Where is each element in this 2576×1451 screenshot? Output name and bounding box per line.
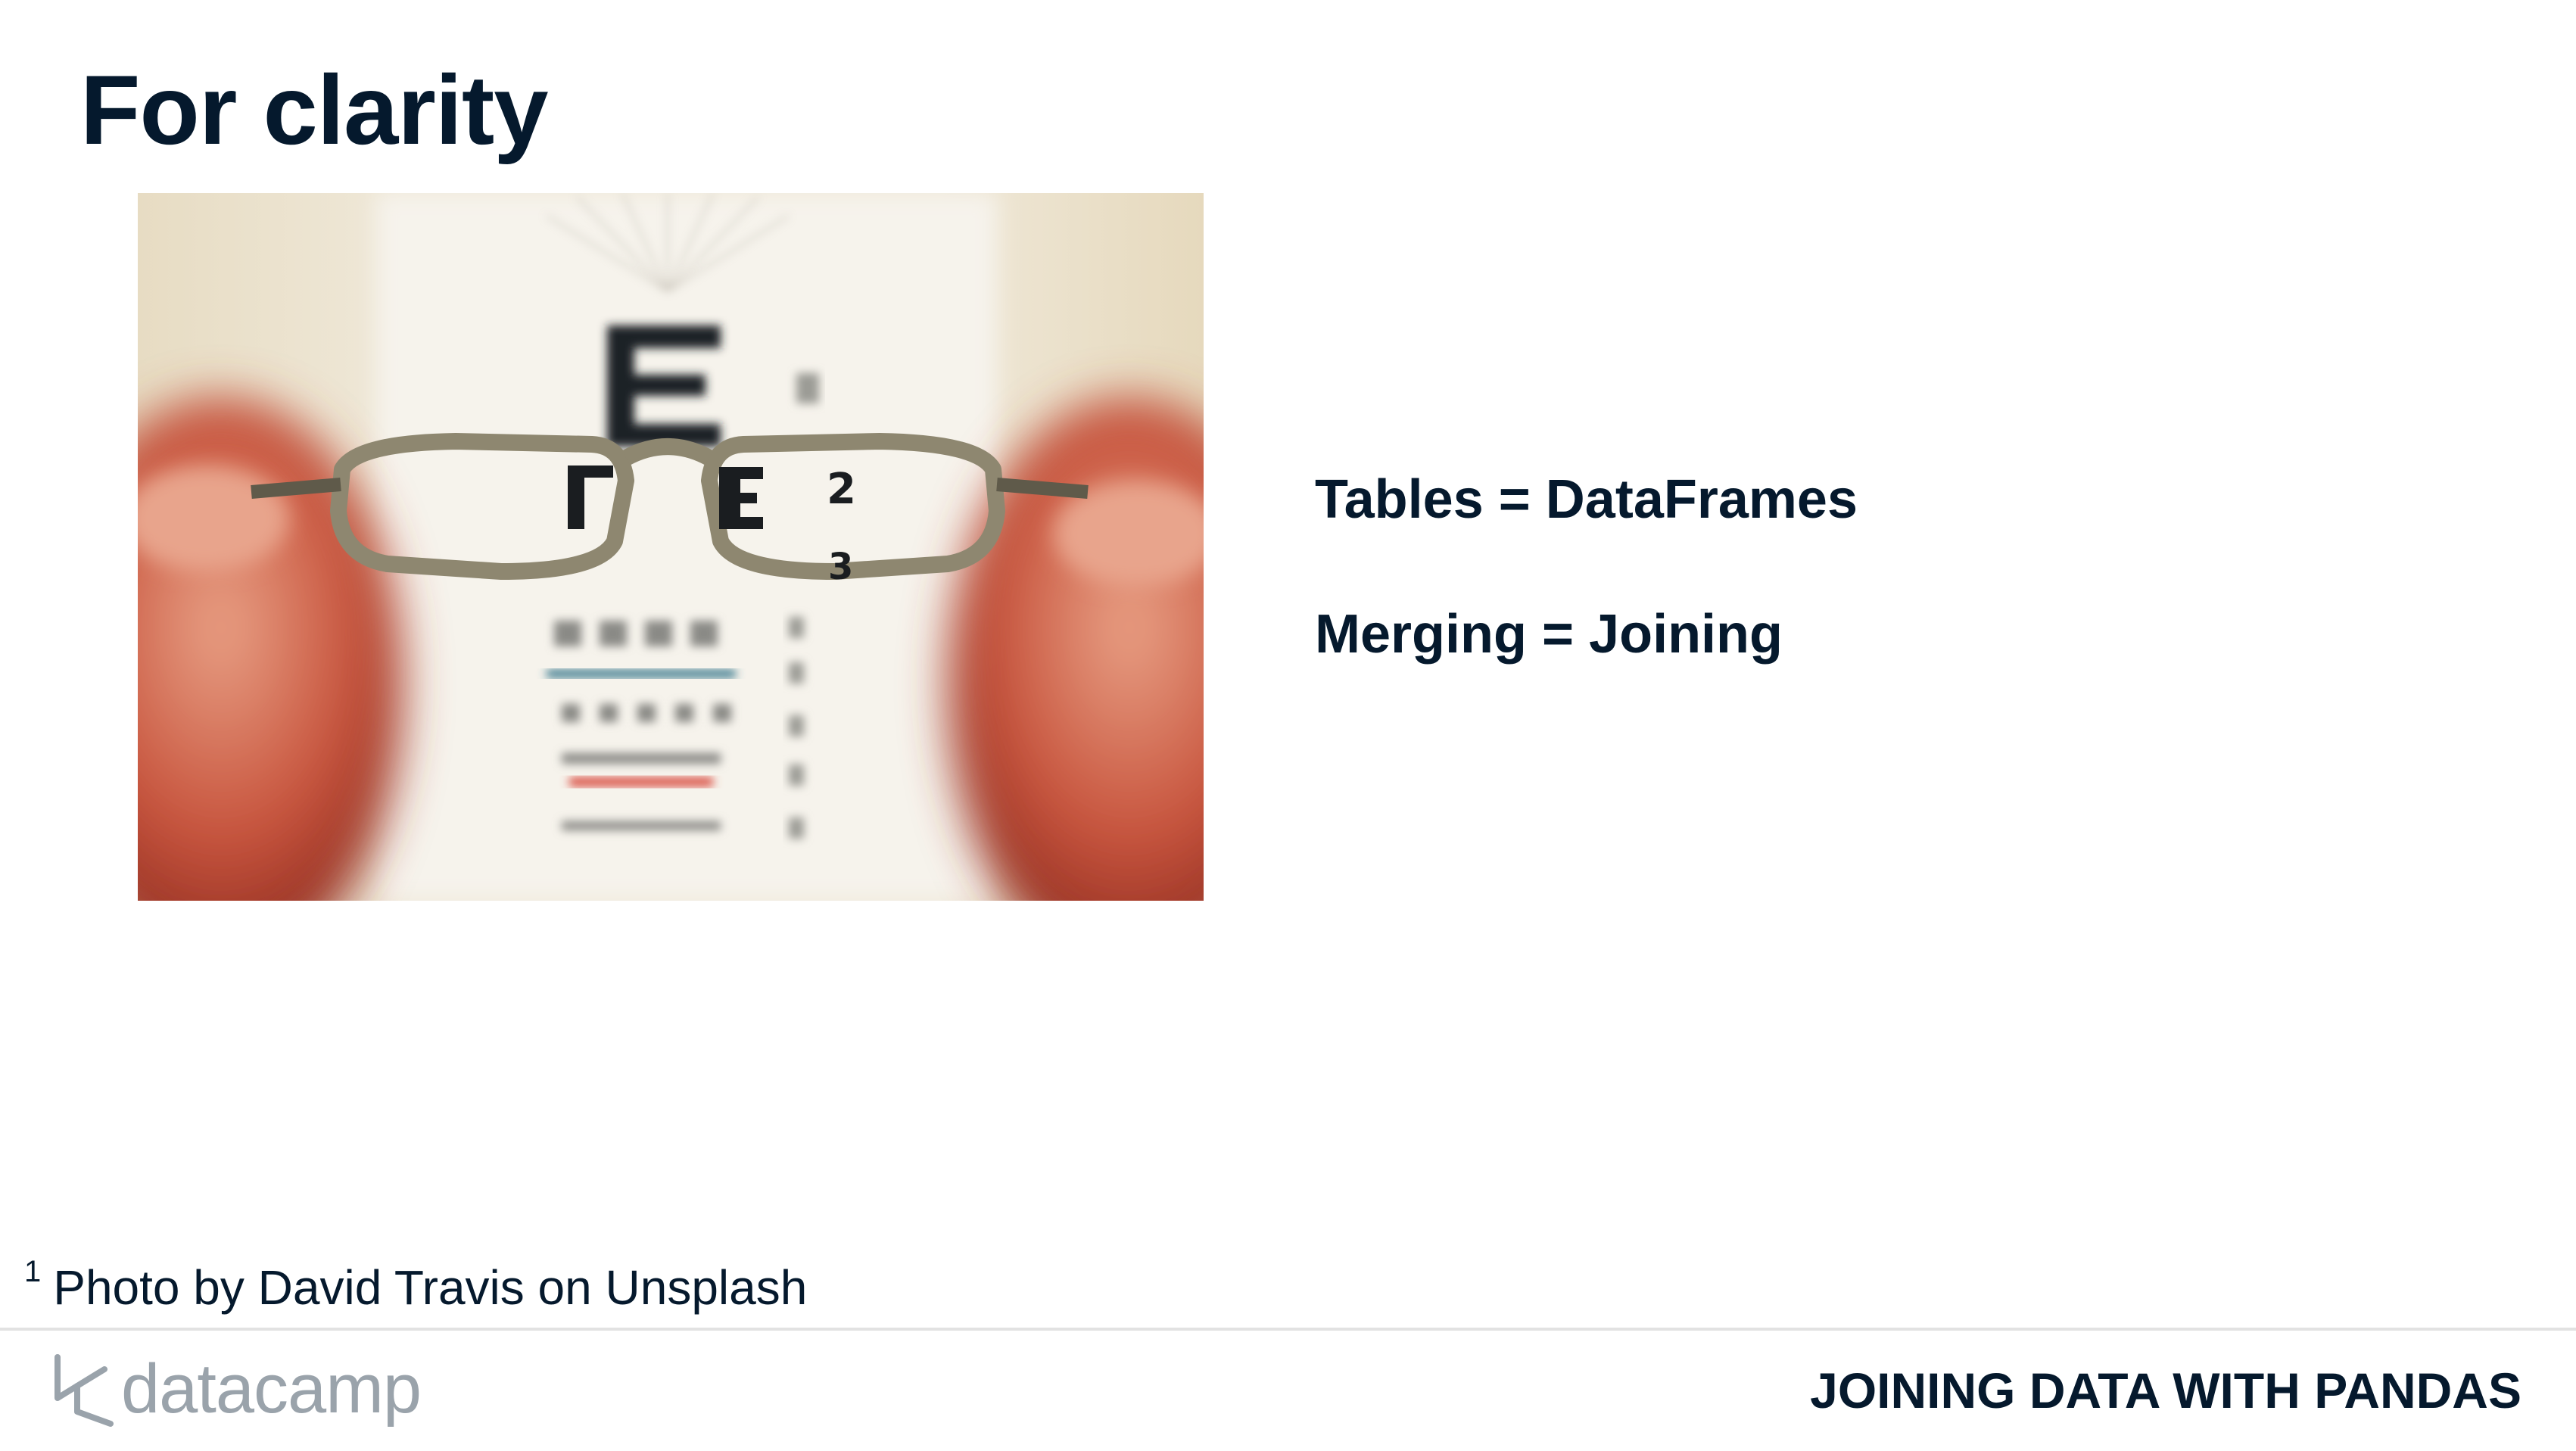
chart-number-3: 3 xyxy=(828,546,853,588)
eyeglasses-photo: 2 3 xyxy=(138,193,1204,901)
photo-credit-footnote: 1 Photo by David Travis on Unsplash xyxy=(24,1234,807,1325)
eyeglasses-eye-chart-image: 2 3 xyxy=(138,193,1204,901)
footnote-marker: 1 xyxy=(24,1255,42,1288)
datacamp-logo: datacamp xyxy=(50,1347,422,1431)
bullet-item: Tables = DataFrames xyxy=(1315,469,1858,530)
datacamp-mark-icon xyxy=(55,1354,114,1427)
bullet-item: Merging = Joining xyxy=(1315,604,1783,665)
footer-divider xyxy=(0,1328,2576,1331)
bullet-list: Tables = DataFrames Merging = Joining xyxy=(1315,462,1858,731)
footnote-text: Photo by David Travis on Unsplash xyxy=(53,1260,808,1315)
chart-number-2: 2 xyxy=(827,465,856,514)
datacamp-wordmark: datacamp xyxy=(121,1350,422,1428)
course-title: JOINING DATA WITH PANDAS xyxy=(1810,1362,2521,1418)
slide-title: For clarity xyxy=(80,54,549,165)
